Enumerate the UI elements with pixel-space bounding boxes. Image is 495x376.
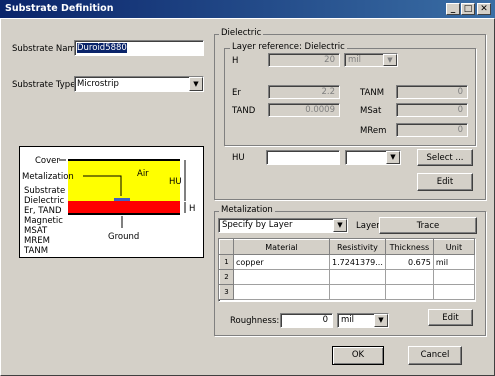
air-text: Air <box>137 169 149 179</box>
substrate-name-value: Duroid5880 <box>77 43 127 53</box>
metalization-edit-button[interactable]: Edit <box>428 309 473 326</box>
cover-text: Cover <box>35 156 60 166</box>
metal-strip <box>114 198 130 201</box>
row-number: 2 <box>219 269 234 285</box>
unit-cell[interactable] <box>432 284 475 300</box>
dielectric-group-label: Dielectric <box>219 28 264 38</box>
select-button[interactable]: Select ... <box>417 149 473 166</box>
layer-reference-label: Layer reference: Dielectric <box>230 42 347 52</box>
msat-input[interactable]: 0 <box>396 103 468 117</box>
chevron-down-icon[interactable]: ▼ <box>386 151 400 164</box>
chevron-down-icon[interactable]: ▼ <box>189 77 203 91</box>
h-unit-value: mil <box>348 55 362 65</box>
material-cell[interactable] <box>233 269 330 285</box>
mrem-label: MRem <box>360 126 387 136</box>
h-input[interactable]: 20 <box>268 53 340 67</box>
resistivity-cell[interactable]: 1.7241379... <box>329 254 386 270</box>
ok-button[interactable]: OK <box>332 346 384 365</box>
resistivity-cell[interactable] <box>329 269 386 285</box>
dielectric-edit-button[interactable]: Edit <box>417 173 473 191</box>
metalization-group-label: Metalization <box>219 205 275 215</box>
hu-unit-select[interactable]: ▼ <box>345 150 401 165</box>
substrate-type-value: Microstrip <box>77 79 119 89</box>
er-label: Er <box>232 88 241 98</box>
hu-label: HU <box>232 153 245 163</box>
h-unit-select[interactable]: mil ▼ <box>344 53 398 67</box>
thickness-cell[interactable]: 0.675 <box>384 254 434 270</box>
maximize-button[interactable]: □ <box>461 3 475 15</box>
air-layer <box>68 160 180 201</box>
tand-input[interactable]: 0.0009 <box>268 103 340 117</box>
resistivity-cell[interactable] <box>329 284 386 300</box>
roughness-unit-value: mil <box>341 315 355 325</box>
title-bar: Substrate Definition <box>0 0 495 18</box>
msat-label: MSat <box>360 106 382 116</box>
col-material[interactable]: Material <box>233 239 330 255</box>
window-title: Substrate Definition <box>5 3 114 14</box>
roughness-unit-select[interactable]: mil ▼ <box>337 313 389 328</box>
cancel-button[interactable]: Cancel <box>408 346 462 365</box>
substrate-type-label: Substrate Type: <box>12 80 79 90</box>
col-resistivity[interactable]: Resistivity <box>329 239 386 255</box>
tanm-label: TANM <box>360 88 385 98</box>
col-thickness[interactable]: Thickness <box>384 239 434 255</box>
substrate-text-7: TANM <box>23 246 48 256</box>
substrate-text-3: Er, TAND <box>24 206 62 216</box>
material-cell[interactable]: copper <box>233 254 330 270</box>
substrate-text-6: MREM <box>24 236 50 246</box>
metal-table-frame: Material Resistivity Thickness Unit 1 co… <box>218 238 476 302</box>
minimize-button[interactable]: _ <box>446 3 460 15</box>
unit-cell[interactable] <box>432 269 475 285</box>
table-row[interactable]: 3 <box>219 284 475 300</box>
substrate-text-5: MSAT <box>24 226 48 236</box>
hu-input[interactable] <box>266 150 340 165</box>
metalization-mode-value: Specify by Layer <box>222 220 293 230</box>
hu-text: HU <box>169 177 182 187</box>
ground-text: Ground <box>108 232 139 242</box>
row-number: 3 <box>219 284 234 300</box>
row-number: 1 <box>219 254 234 270</box>
h-label: H <box>232 56 239 66</box>
chevron-down-icon[interactable]: ▼ <box>374 314 388 327</box>
substrate-diagram: Cover Metalization Air HU H Ground Subst… <box>19 146 204 258</box>
chevron-down-icon[interactable]: ▼ <box>333 219 347 232</box>
mrem-input[interactable]: 0 <box>396 123 468 137</box>
close-button[interactable]: ✕ <box>477 3 491 15</box>
chevron-down-icon[interactable]: ▼ <box>383 54 397 66</box>
er-input[interactable]: 2.2 <box>268 85 340 99</box>
table-row[interactable]: 2 <box>219 269 475 285</box>
substrate-text-2: Dielectric <box>24 196 65 206</box>
tanm-input[interactable]: 0 <box>396 85 468 99</box>
substrate-name-input[interactable]: Duroid5880 <box>74 40 204 56</box>
thickness-cell[interactable] <box>384 284 434 300</box>
metalization-mode-select[interactable]: Specify by Layer ▼ <box>218 218 348 233</box>
roughness-input[interactable]: 0 <box>280 313 333 328</box>
substrate-type-select[interactable]: Microstrip ▼ <box>74 76 204 92</box>
roughness-label: Roughness: <box>230 316 280 326</box>
substrate-text-1: Substrate <box>24 186 65 196</box>
metal-table: Material Resistivity Thickness Unit 1 co… <box>219 239 475 300</box>
material-cell[interactable] <box>233 284 330 300</box>
substrate-text-4: Magnetic <box>24 216 63 226</box>
thickness-cell[interactable] <box>384 269 434 285</box>
table-row[interactable]: 1 copper 1.7241379... 0.675 mil <box>219 254 475 270</box>
unit-cell[interactable]: mil <box>432 254 475 270</box>
h-text: H <box>189 204 195 214</box>
col-unit[interactable]: Unit <box>432 239 475 255</box>
trace-layer-button[interactable]: Trace <box>379 217 477 234</box>
tand-label: TAND <box>232 106 256 116</box>
substrate-layer <box>68 201 180 213</box>
metalization-text: Metalization <box>22 172 74 182</box>
table-corner <box>219 239 234 255</box>
